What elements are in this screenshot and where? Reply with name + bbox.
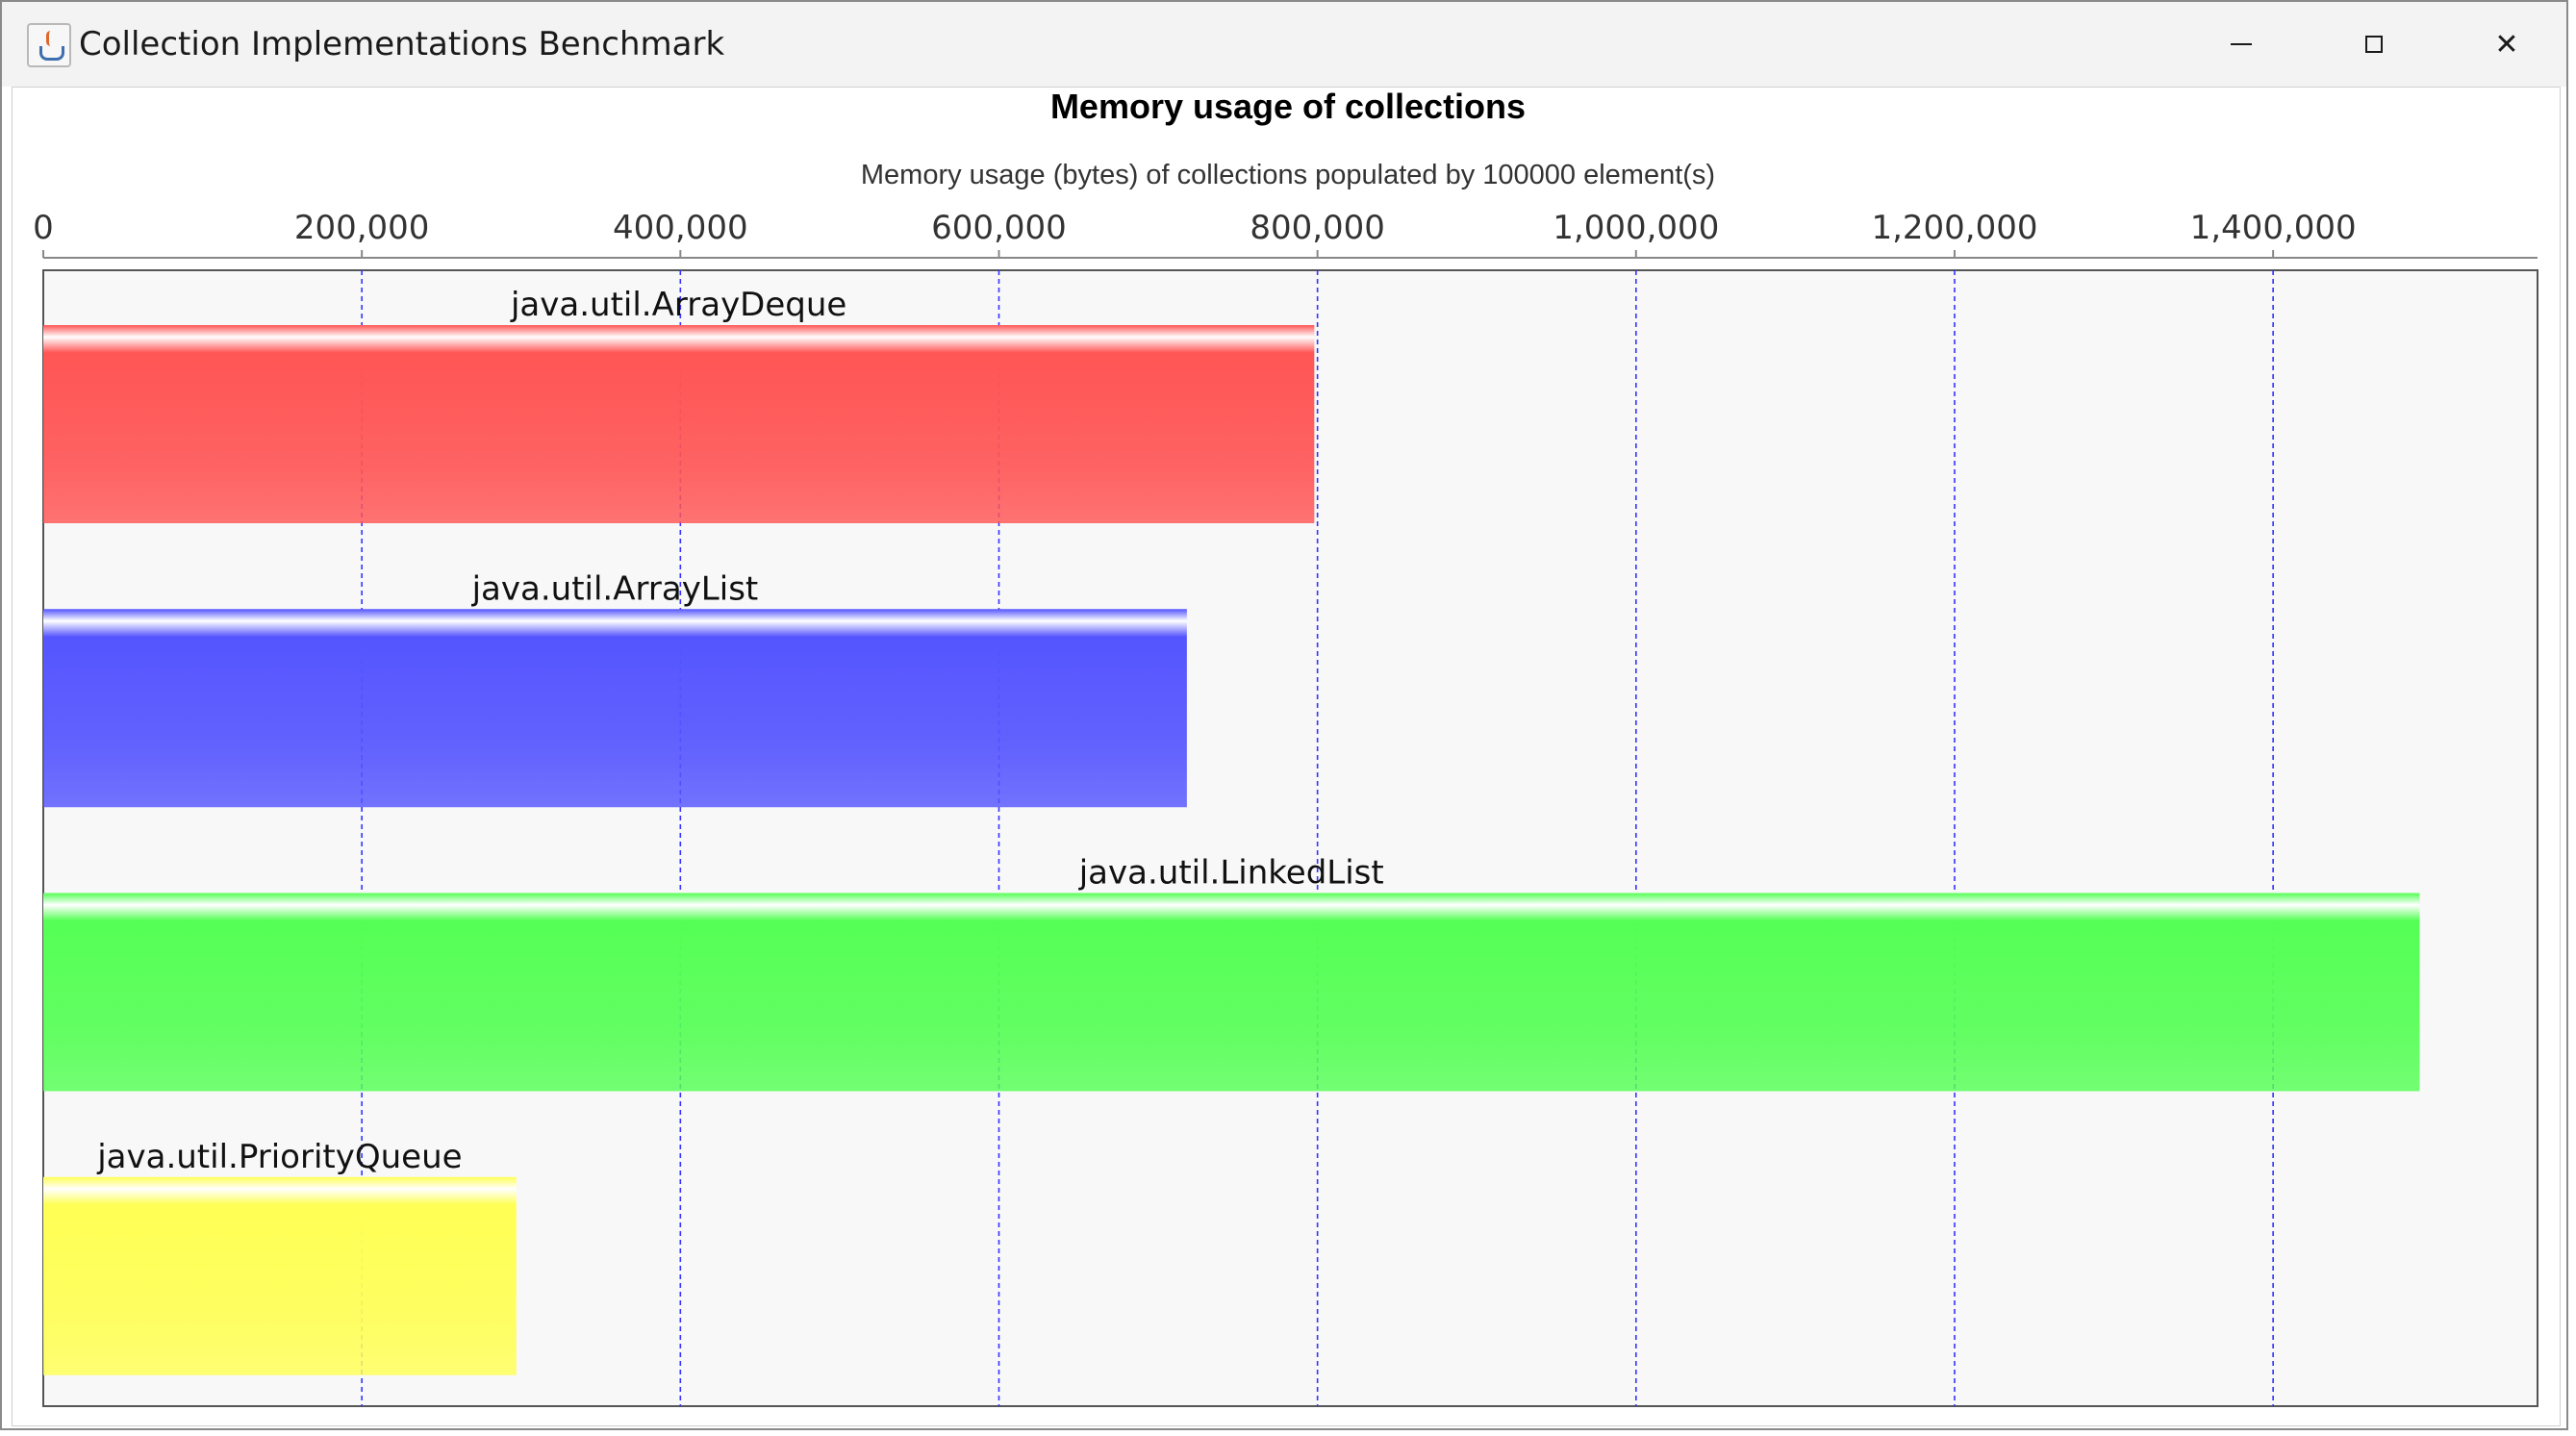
bar-arraydeque: [43, 325, 1315, 523]
bar-label: java.util.ArrayDeque: [510, 286, 846, 324]
bar-label: java.util.LinkedList: [1078, 854, 1384, 893]
x-tick-label: 0: [33, 209, 54, 247]
x-tick-label: 1,000,000: [1553, 209, 1719, 247]
x-tick-label: 400,000: [613, 209, 748, 247]
bar-arraylist: [43, 609, 1187, 808]
x-tick-label: 800,000: [1250, 209, 1385, 247]
bar-label: java.util.ArrayList: [471, 569, 759, 608]
bar-label: java.util.PriorityQueue: [96, 1138, 462, 1176]
x-tick-label: 1,400,000: [2190, 209, 2357, 247]
bar-chart: 0 200,000 400,000 600,000 800,000 1,000,000 1,…: [33, 209, 2538, 1407]
bar-linkedlist: [43, 893, 2420, 1092]
x-tick-label: 200,000: [294, 209, 430, 247]
x-tick-label: 1,200,000: [1871, 209, 2037, 247]
x-tick-label: 600,000: [931, 209, 1067, 247]
bar-priorityqueue: [43, 1176, 517, 1375]
